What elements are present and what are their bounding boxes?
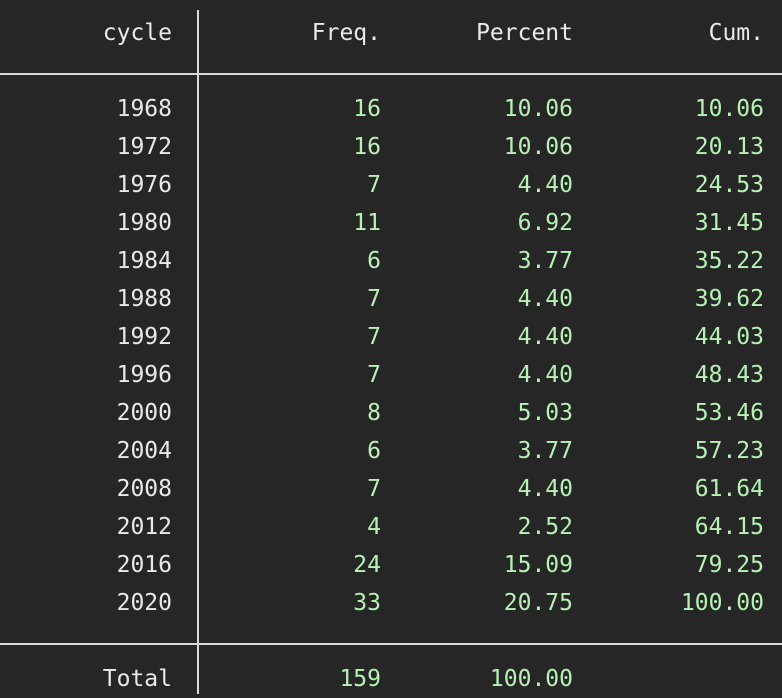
cell-cycle: 2016 (116, 552, 172, 578)
cell-freq: 4 (367, 514, 381, 540)
cell-freq: 6 (367, 248, 381, 274)
cell-cycle: 1976 (116, 172, 172, 198)
table-row: 1992 7 4.40 44.03 (0, 318, 782, 356)
cell-freq: 24 (353, 552, 381, 578)
cell-percent: 4.40 (517, 286, 573, 312)
table-row: 2012 4 2.52 64.15 (0, 508, 782, 546)
cell-cycle: 1988 (116, 286, 172, 312)
table-row: 1996 7 4.40 48.43 (0, 356, 782, 394)
header-freq: Freq. (311, 20, 381, 46)
cell-cum: 24.53 (694, 172, 764, 198)
cell-cum: 35.22 (694, 248, 764, 274)
cell-freq: 7 (367, 286, 381, 312)
table-row: 1980 11 6.92 31.45 (0, 204, 782, 242)
cell-cycle: 1980 (116, 210, 172, 236)
cell-freq: 7 (367, 362, 381, 388)
cell-cycle: 1968 (116, 96, 172, 122)
table-row: 2004 6 3.77 57.23 (0, 432, 782, 470)
cell-cycle: 1996 (116, 362, 172, 388)
cell-percent: 3.77 (517, 248, 573, 274)
total-rule (0, 643, 782, 645)
cell-freq: 16 (353, 96, 381, 122)
cell-cum: 100.00 (680, 590, 764, 616)
cell-freq: 11 (353, 210, 381, 236)
cell-cum: 20.13 (694, 134, 764, 160)
table-row: 2020 33 20.75 100.00 (0, 584, 782, 622)
cell-freq: 7 (367, 172, 381, 198)
table-row: 1976 7 4.40 24.53 (0, 166, 782, 204)
cell-cum: 44.03 (694, 324, 764, 350)
header-cum: Cum. (708, 20, 764, 46)
cell-percent: 20.75 (503, 590, 573, 616)
cell-percent: 10.06 (503, 96, 573, 122)
table-header-row: cycle Freq. Percent Cum. (0, 14, 782, 52)
cell-freq: 33 (353, 590, 381, 616)
total-percent: 100.00 (489, 666, 573, 692)
table-row: 1984 6 3.77 35.22 (0, 242, 782, 280)
table-row: 1972 16 10.06 20.13 (0, 128, 782, 166)
cell-percent: 10.06 (503, 134, 573, 160)
cell-cum: 79.25 (694, 552, 764, 578)
cell-percent: 4.40 (517, 172, 573, 198)
table-row: 2016 24 15.09 79.25 (0, 546, 782, 584)
total-freq: 159 (339, 666, 381, 692)
cell-percent: 3.77 (517, 438, 573, 464)
table-row: 2000 8 5.03 53.46 (0, 394, 782, 432)
cell-percent: 2.52 (517, 514, 573, 540)
table-row: 1968 16 10.06 10.06 (0, 90, 782, 128)
cell-percent: 4.40 (517, 476, 573, 502)
cell-cum: 53.46 (694, 400, 764, 426)
cell-cum: 39.62 (694, 286, 764, 312)
header-cycle: cycle (102, 20, 172, 46)
cell-cum: 64.15 (694, 514, 764, 540)
total-row: Total 159 100.00 (0, 660, 782, 698)
cell-percent: 5.03 (517, 400, 573, 426)
cell-cum: 10.06 (694, 96, 764, 122)
header-percent: Percent (476, 20, 573, 46)
cell-cycle: 2008 (116, 476, 172, 502)
cell-freq: 8 (367, 400, 381, 426)
cell-cycle: 1984 (116, 248, 172, 274)
table-row: 1988 7 4.40 39.62 (0, 280, 782, 318)
table-row: 2008 7 4.40 61.64 (0, 470, 782, 508)
cell-cum: 48.43 (694, 362, 764, 388)
cell-cycle: 2012 (116, 514, 172, 540)
cell-cum: 61.64 (694, 476, 764, 502)
cell-cycle: 1972 (116, 134, 172, 160)
cell-freq: 16 (353, 134, 381, 160)
header-rule (0, 73, 782, 75)
cell-freq: 7 (367, 324, 381, 350)
stata-results-window: cycle Freq. Percent Cum. 1968 16 10.06 10.0… (0, 0, 782, 694)
total-label: Total (102, 666, 172, 692)
cell-freq: 7 (367, 476, 381, 502)
cell-percent: 4.40 (517, 362, 573, 388)
cell-percent: 15.09 (503, 552, 573, 578)
cell-cum: 31.45 (694, 210, 764, 236)
cell-freq: 6 (367, 438, 381, 464)
cell-cycle: 2000 (116, 400, 172, 426)
cell-percent: 4.40 (517, 324, 573, 350)
cell-cycle: 2020 (116, 590, 172, 616)
cell-cycle: 1992 (116, 324, 172, 350)
cell-percent: 6.92 (517, 210, 573, 236)
cell-cum: 57.23 (694, 438, 764, 464)
cell-cycle: 2004 (116, 438, 172, 464)
